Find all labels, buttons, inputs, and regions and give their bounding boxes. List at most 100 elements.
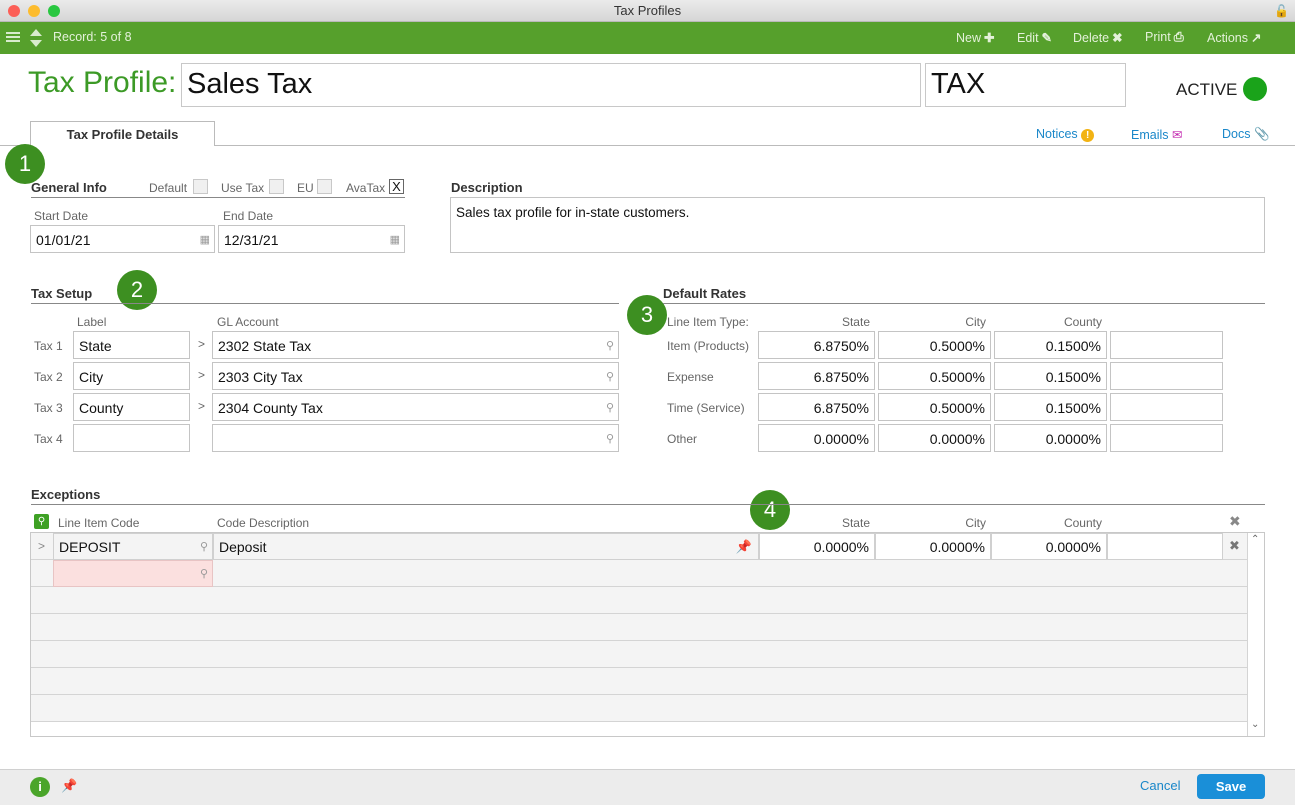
state-rate-input[interactable]: 6.8750% [758,393,875,421]
chevron-right-icon[interactable]: > [198,368,205,382]
county-rate-input[interactable]: 0.1500% [994,362,1107,390]
chevron-right-icon[interactable]: > [38,539,45,553]
city-rate-input[interactable]: 0.5000% [878,331,991,359]
search-icon[interactable]: ⚲ [606,363,614,391]
actions-label: Actions [1207,31,1248,45]
pencil-icon: ✎ [1041,31,1053,45]
search-icon[interactable]: ⚲ [200,567,208,580]
state-rate-input[interactable]: 6.8750% [758,362,875,390]
gl-account-value: 2303 City Tax [218,369,303,385]
new-code-cell[interactable]: ⚲ [53,560,213,587]
exception-description-cell[interactable]: Deposit 📌 [213,533,759,560]
tax-label-input[interactable]: City [73,362,190,390]
edit-button[interactable]: Edit ✎ [1017,30,1052,45]
menu-icon[interactable] [6,30,20,44]
pin-icon[interactable]: 📌 [736,534,752,560]
county-rate-input[interactable]: 0.1500% [994,393,1107,421]
calendar-icon[interactable]: ▦ [200,226,210,254]
exception-code-cell[interactable]: DEPOSIT ⚲ [53,533,213,560]
close-window-icon[interactable] [8,5,20,17]
eu-checkbox[interactable] [317,179,332,194]
search-icon[interactable]: ⚲ [606,332,614,360]
chevron-right-icon[interactable]: > [198,337,205,351]
search-icon[interactable]: ⚲ [606,425,614,453]
tax-label-input[interactable]: State [73,331,190,359]
search-icon[interactable]: ⚲ [34,514,49,529]
default-checkbox[interactable] [193,179,208,194]
exception-extra-cell[interactable] [1107,533,1223,560]
state-rate-input[interactable]: 6.8750% [758,331,875,359]
extra-rate-input[interactable] [1110,424,1223,452]
new-button[interactable]: New ✚ [956,30,995,45]
search-icon[interactable]: ⚲ [606,394,614,422]
table-row [31,641,1247,668]
county-rate-input[interactable]: 0.1500% [994,331,1107,359]
exception-city-cell[interactable]: 0.0000% [875,533,991,560]
city-rate-input[interactable]: 0.5000% [878,362,991,390]
tax-row-name: Tax 4 [34,432,63,446]
info-icon[interactable]: i [30,777,50,797]
rate-type-label: Other [667,432,698,446]
status-indicator[interactable] [1243,77,1267,101]
actions-button[interactable]: Actions ↗ [1207,30,1261,45]
rate-type-label: Item (Products) [667,339,750,353]
pin-icon[interactable]: 📌 [61,778,77,794]
start-date-label: Start Date [34,209,89,223]
docs-link[interactable]: Docs 📎 [1222,127,1270,142]
general-info-heading: General Info [31,180,107,195]
plus-icon: ✚ [984,31,995,45]
tax-label-input[interactable] [73,424,190,452]
table-row[interactable]: > DEPOSIT ⚲ Deposit 📌 0.0000% 0.0000% 0.00… [31,533,1247,560]
delete-button[interactable]: Delete ✖ [1073,30,1123,45]
tax-label-input[interactable]: County [73,393,190,421]
avatax-checkbox[interactable]: X [389,179,404,194]
state-column-header: State [841,315,870,329]
step-badge-3: 3 [627,295,667,335]
exc-county-header: County [1063,516,1102,530]
remove-row-icon[interactable]: ✖ [1229,538,1240,554]
table-row[interactable]: ⚲ [31,560,1247,587]
default-rates-rule [663,303,1265,304]
footer-bar [0,769,1295,805]
zoom-window-icon[interactable] [48,5,60,17]
chevron-right-icon[interactable]: > [198,399,205,413]
end-date-input[interactable]: 12/31/21 ▦ [218,225,405,253]
extra-rate-input[interactable] [1110,362,1223,390]
lock-icon[interactable]: 🔓 [1274,0,1289,22]
start-date-input[interactable]: 01/01/21 ▦ [30,225,215,253]
calendar-icon[interactable]: ▦ [390,226,400,254]
print-button[interactable]: Print ⎙ [1145,30,1184,45]
window-title: Tax Profiles [613,3,682,18]
profile-code-input[interactable]: TAX [925,63,1126,107]
gl-account-input[interactable]: 2302 State Tax ⚲ [212,331,619,359]
label-column-header: Label [77,315,107,329]
search-icon[interactable]: ⚲ [200,534,208,560]
record-up-down-icon[interactable] [29,28,43,48]
description-textarea[interactable]: Sales tax profile for in-state customers… [450,197,1265,253]
city-rate-input[interactable]: 0.5000% [878,393,991,421]
exception-state-cell[interactable]: 0.0000% [759,533,875,560]
scroll-up-icon[interactable]: ⌃ [1251,534,1259,545]
state-rate-input[interactable]: 0.0000% [758,424,875,452]
tab-tax-profile-details[interactable]: Tax Profile Details [30,121,215,146]
cancel-button[interactable]: Cancel [1140,778,1180,793]
profile-name-input[interactable]: Sales Tax [181,63,921,107]
save-button[interactable]: Save [1197,774,1265,799]
exception-county-cell[interactable]: 0.0000% [991,533,1107,560]
city-rate-input[interactable]: 0.0000% [878,424,991,452]
table-row [31,668,1247,695]
extra-rate-input[interactable] [1110,331,1223,359]
toolbar: Record: 5 of 8 New ✚ Edit ✎ Delete ✖ Print ⎙… [0,22,1295,54]
gl-account-input[interactable]: 2303 City Tax ⚲ [212,362,619,390]
grid-scrollbar[interactable]: ⌃ ⌄ [1247,533,1264,736]
gl-account-input[interactable]: ⚲ [212,424,619,452]
use-tax-checkbox[interactable] [269,179,284,194]
gl-account-input[interactable]: 2304 County Tax ⚲ [212,393,619,421]
county-rate-input[interactable]: 0.0000% [994,424,1107,452]
minimize-window-icon[interactable] [28,5,40,17]
extra-rate-input[interactable] [1110,393,1223,421]
notices-link[interactable]: Notices ! [1036,127,1095,142]
emails-link[interactable]: Emails ✉ [1131,127,1182,142]
clear-all-icon[interactable]: ✖ [1229,513,1241,530]
scroll-down-icon[interactable]: ⌄ [1251,719,1259,730]
